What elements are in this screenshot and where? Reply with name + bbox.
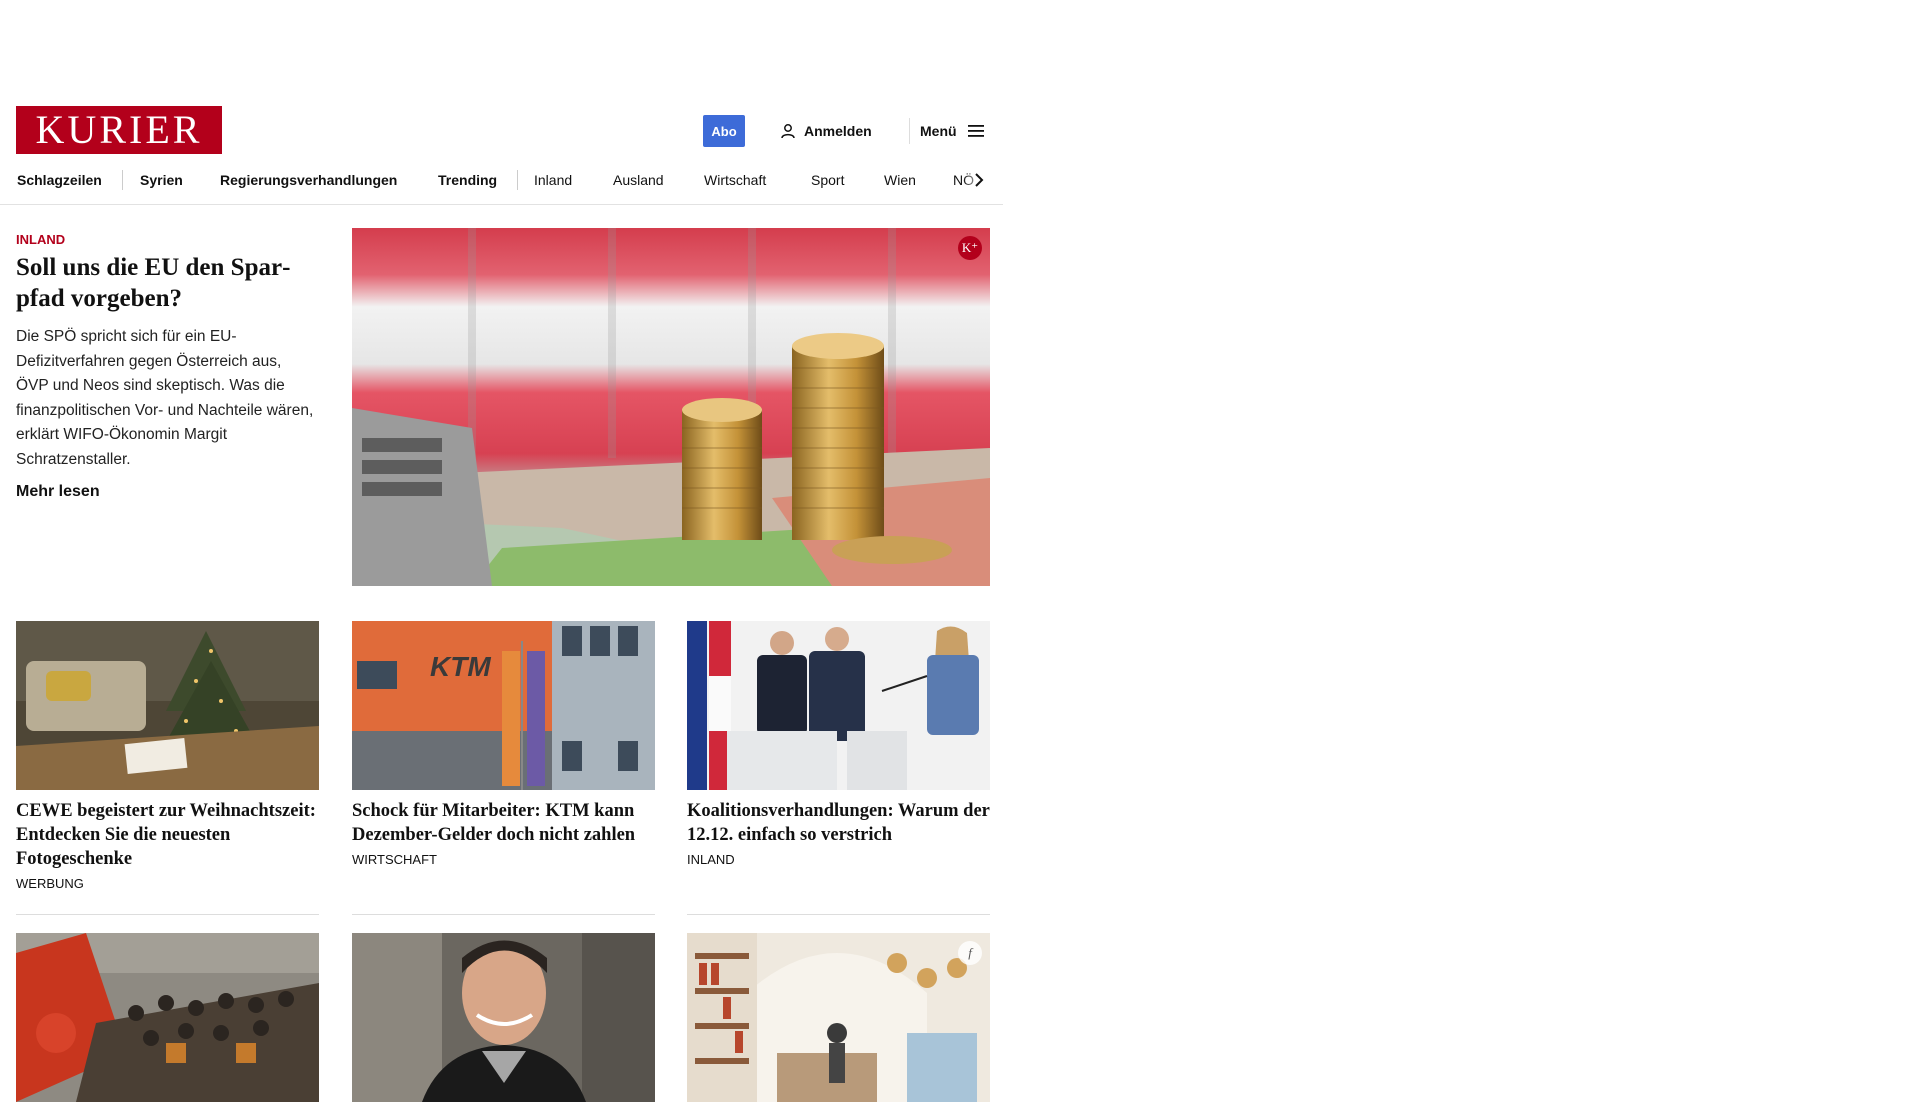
kplus-badge: K⁺ (958, 236, 982, 260)
lead-image[interactable]: K⁺ (352, 228, 990, 586)
nav-item-regierungsverhandlungen[interactable]: Regierungsverhandlungen (220, 160, 397, 200)
abo-button[interactable]: Abo (703, 115, 745, 147)
login-label: Anmelden (804, 123, 872, 139)
nav-item-syrien[interactable]: Syrien (140, 160, 183, 200)
article-card[interactable]: CEWE begeistert zur Weihnachts­zeit: Ent… (16, 621, 319, 891)
migrant-boat-image (16, 933, 319, 1102)
article-image[interactable] (352, 933, 655, 1102)
read-more-link[interactable]: Mehr lesen (16, 483, 100, 501)
nav-item-wirtschaft[interactable]: Wirtschaft (704, 160, 766, 200)
nav-item-inland[interactable]: Inland (534, 160, 572, 200)
nav-item-ausland[interactable]: Ausland (613, 160, 664, 200)
article-card[interactable] (352, 933, 655, 1102)
article-card[interactable] (16, 933, 319, 1102)
article-headline[interactable]: CEWE begeistert zur Weihnachts­zeit: Ent… (16, 799, 319, 871)
lead-category[interactable]: INLAND (16, 232, 65, 247)
nav-divider (517, 170, 518, 190)
menu-label: Menü (920, 123, 957, 139)
card-divider (687, 914, 990, 915)
external-badge-icon: f (958, 941, 982, 965)
article-image[interactable] (687, 621, 990, 790)
nav-item-trending[interactable]: Trending (438, 160, 497, 200)
article-card[interactable]: KTM Schock für Mitarbeiter: KTM kann Dez… (352, 621, 655, 867)
article-category: WIRTSCHAFT (352, 852, 437, 867)
article-headline[interactable]: Koalitionsverhandlungen: Warum der 12.12… (687, 799, 990, 847)
coins-and-money-image (352, 228, 990, 586)
card-divider (16, 914, 319, 915)
article-card[interactable]: Koalitionsverhandlungen: Warum der 12.12… (687, 621, 990, 867)
portrait-image (352, 933, 655, 1102)
page: KURIER Abo Anmelden Menü Schlagzeilen Sy… (0, 0, 1010, 1102)
article-image[interactable] (16, 621, 319, 790)
menu-button[interactable]: Menü (920, 114, 985, 148)
nav-item-schlagzeilen[interactable]: Schlagzeilen (17, 160, 102, 200)
svg-text:KTM: KTM (430, 651, 491, 682)
ktm-building-image: KTM (352, 621, 655, 790)
login-button[interactable]: Anmelden (780, 114, 872, 148)
article-category: WERBUNG (16, 876, 84, 891)
nav-item-sport[interactable]: Sport (811, 160, 844, 200)
kurier-logo[interactable]: KURIER (16, 106, 222, 154)
card-divider (352, 914, 655, 915)
article-image[interactable] (16, 933, 319, 1102)
lead-headline[interactable]: Soll uns die EU den Spar­pfad vorgeben? (16, 252, 316, 314)
lead-teaser: Die SPÖ spricht sich für ein EU-Defizitv… (16, 328, 314, 468)
section-nav: Schlagzeilen Syrien Regierungsverhandlun… (0, 160, 1003, 205)
user-icon (781, 124, 795, 139)
politicians-press-conference-image (687, 621, 990, 790)
shop-interior-image (687, 933, 990, 1102)
article-card[interactable]: f (687, 933, 990, 1102)
hamburger-icon (967, 125, 984, 137)
christmas-livingroom-image (16, 621, 319, 790)
article-image[interactable]: KTM (352, 621, 655, 790)
article-category: INLAND (687, 852, 735, 867)
article-image[interactable]: f (687, 933, 990, 1102)
logo-text: KURIER (35, 107, 203, 152)
article-headline[interactable]: Schock für Mitarbeiter: KTM kann Dezembe… (352, 799, 655, 847)
nav-divider (122, 170, 123, 190)
header-divider (909, 118, 910, 144)
chevron-right-icon[interactable] (973, 172, 985, 188)
nav-item-wien[interactable]: Wien (884, 160, 916, 200)
